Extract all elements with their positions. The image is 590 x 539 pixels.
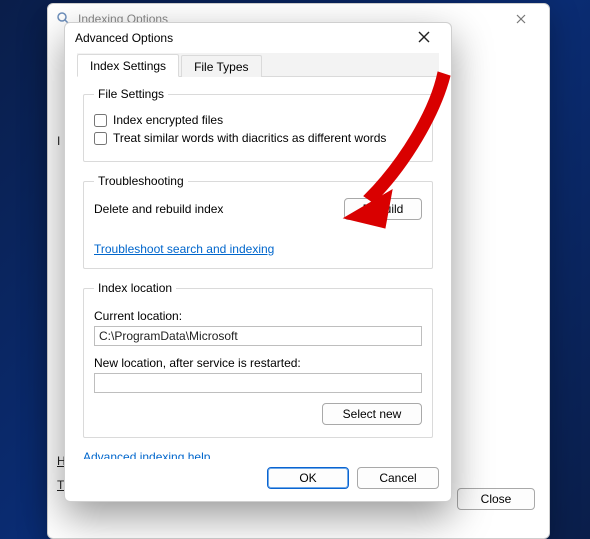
advanced-help-link[interactable]: Advanced indexing help xyxy=(83,450,210,459)
tabstrip: Index Settings File Types xyxy=(77,53,439,77)
dialog-buttons: OK Cancel xyxy=(65,459,451,501)
troubleshoot-link[interactable]: Troubleshoot search and indexing xyxy=(94,242,274,256)
advanced-options-window: Advanced Options Index Settings File Typ… xyxy=(64,22,452,502)
tab-index-settings[interactable]: Index Settings xyxy=(77,54,179,77)
group-index-location: Index location Current location: C:\Prog… xyxy=(83,281,433,438)
rebuild-button[interactable]: Rebuild xyxy=(344,198,422,220)
cancel-button[interactable]: Cancel xyxy=(357,467,439,489)
tabpage-index-settings: File Settings Index encrypted files Trea… xyxy=(77,77,439,459)
group-index-location-legend: Index location xyxy=(94,281,176,295)
advanced-options-titlebar: Advanced Options xyxy=(65,23,451,53)
ok-button[interactable]: OK xyxy=(267,467,349,489)
rebuild-text: Delete and rebuild index xyxy=(94,202,223,216)
new-location-label: New location, after service is restarted… xyxy=(94,356,422,370)
group-file-settings: File Settings Index encrypted files Trea… xyxy=(83,87,433,162)
advanced-options-title: Advanced Options xyxy=(75,31,173,45)
advanced-options-close-button[interactable] xyxy=(407,30,441,46)
group-troubleshooting-legend: Troubleshooting xyxy=(94,174,188,188)
indexing-options-close-icon[interactable] xyxy=(501,11,541,27)
group-file-settings-legend: File Settings xyxy=(94,87,168,101)
checkbox-index-encrypted-label: Index encrypted files xyxy=(113,113,223,127)
checkbox-diacritics-label: Treat similar words with diacritics as d… xyxy=(113,131,386,145)
indexing-options-close-button[interactable]: Close xyxy=(457,488,535,510)
checkbox-diacritics[interactable]: Treat similar words with diacritics as d… xyxy=(94,131,422,145)
select-new-button[interactable]: Select new xyxy=(322,403,422,425)
current-location-label: Current location: xyxy=(94,309,422,323)
checkbox-diacritics-box[interactable] xyxy=(94,132,107,145)
tab-file-types[interactable]: File Types xyxy=(181,55,261,77)
current-location-value: C:\ProgramData\Microsoft xyxy=(94,326,422,346)
new-location-input[interactable] xyxy=(94,373,422,393)
checkbox-index-encrypted[interactable]: Index encrypted files xyxy=(94,113,422,127)
parent-label-fragment: I xyxy=(57,134,60,148)
checkbox-index-encrypted-box[interactable] xyxy=(94,114,107,127)
group-troubleshooting: Troubleshooting Delete and rebuild index… xyxy=(83,174,433,269)
